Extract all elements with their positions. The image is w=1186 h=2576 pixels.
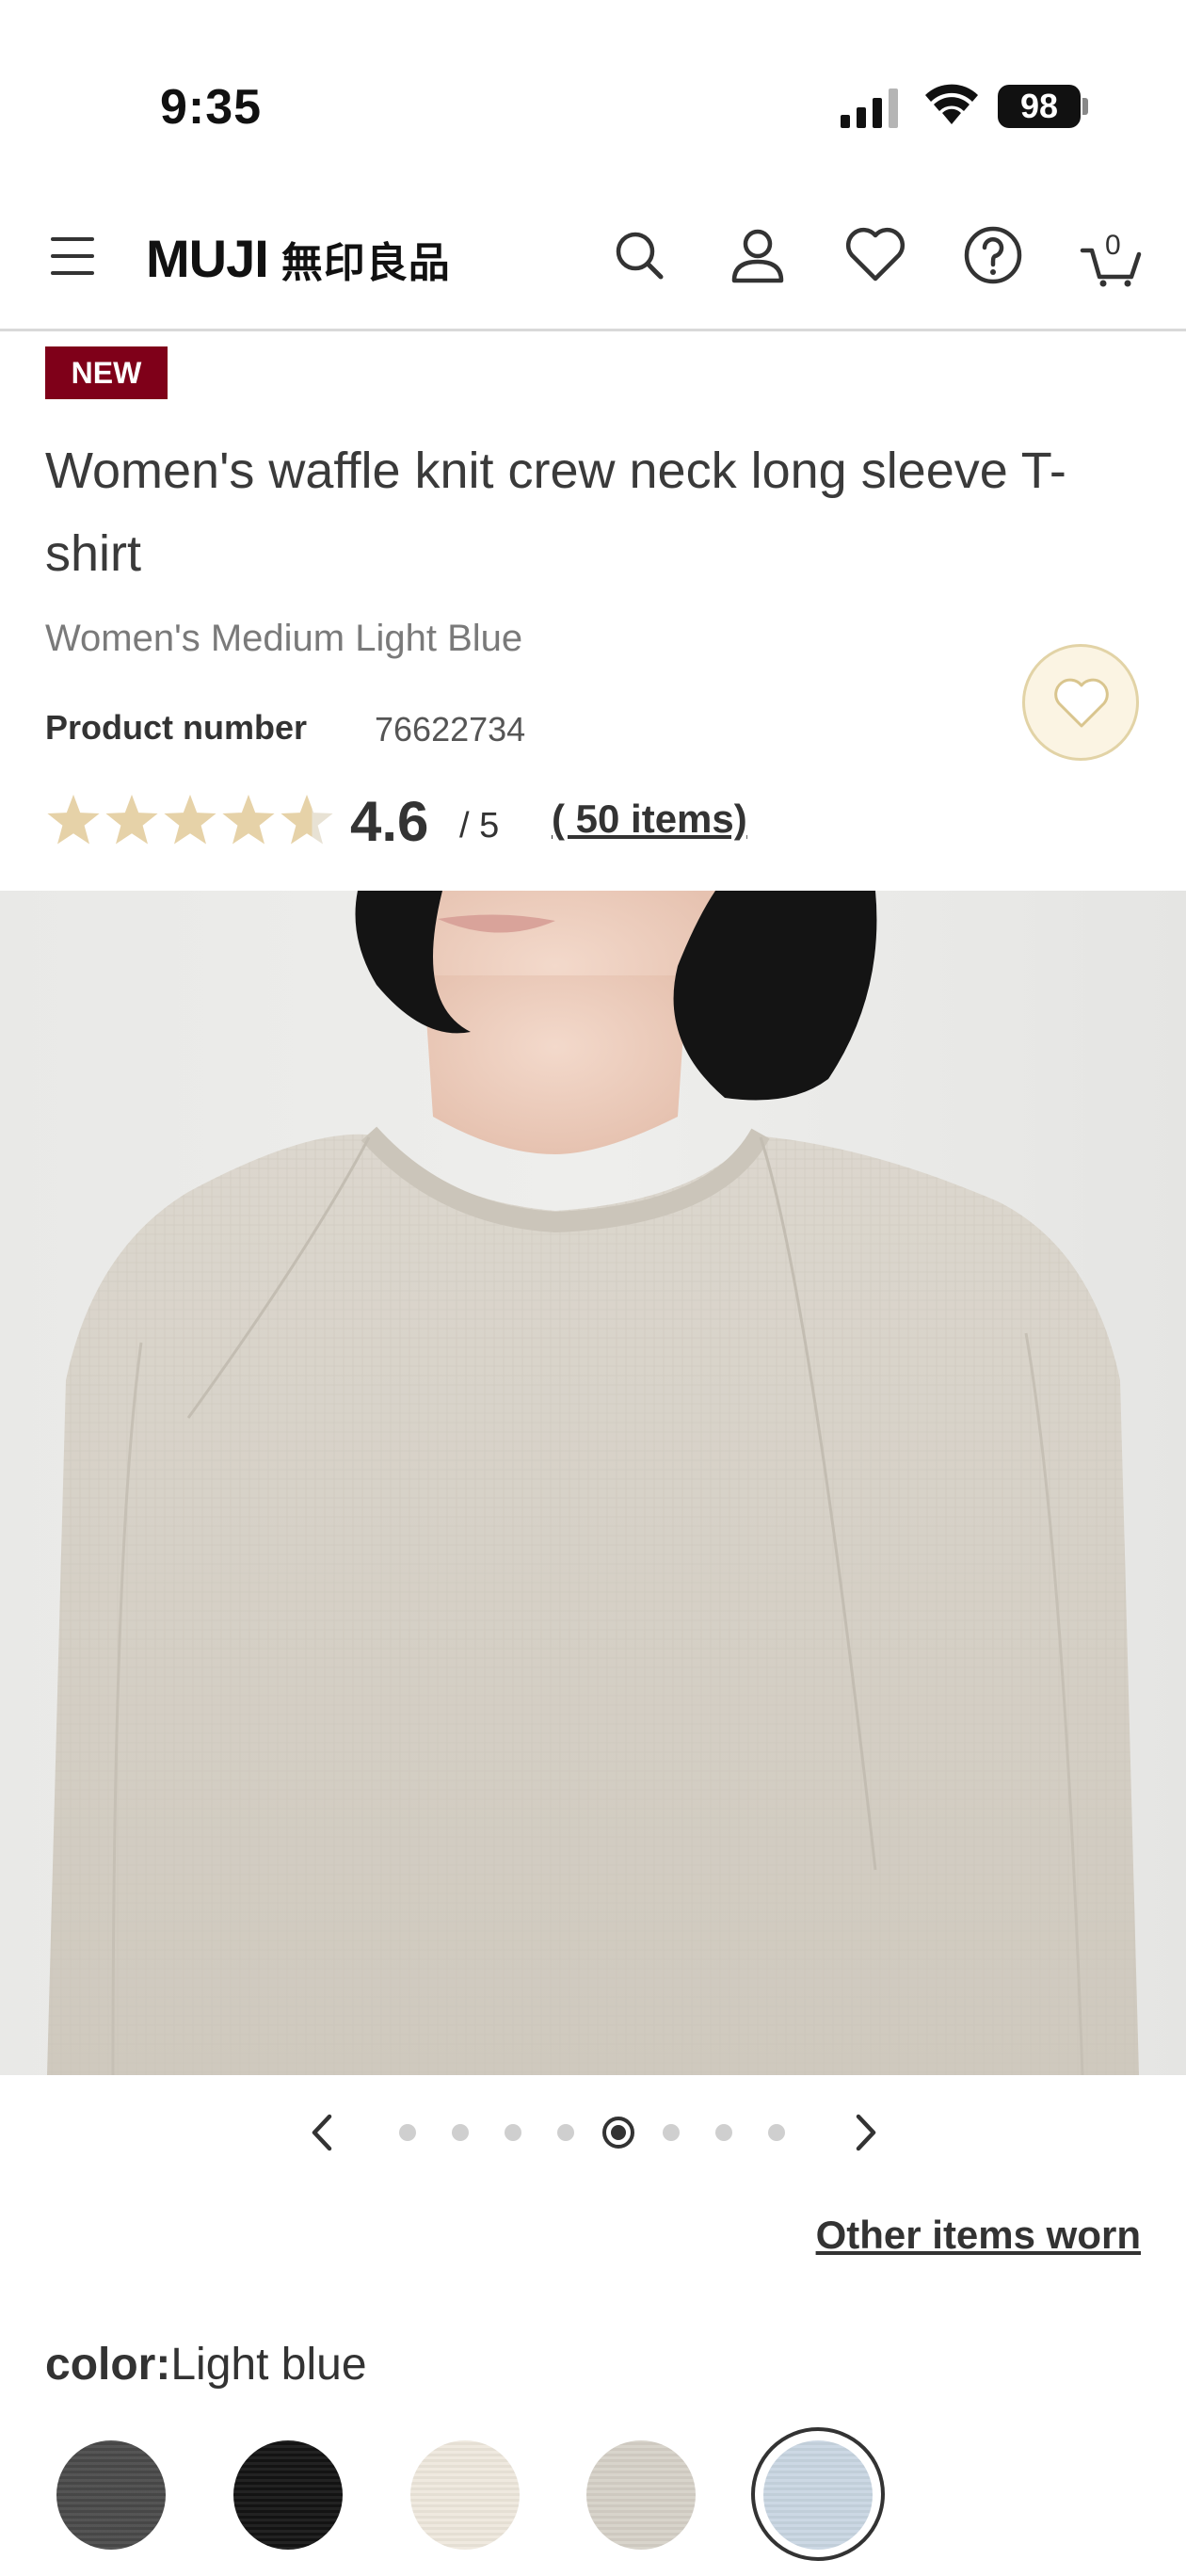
product-number-label: Product number (45, 708, 308, 747)
product-image[interactable] (0, 891, 1186, 2075)
new-badge: NEW (45, 346, 168, 399)
cart-icon[interactable]: 0 (1079, 222, 1145, 288)
color-label: color: (45, 2340, 171, 2390)
next-image-chevron-icon[interactable] (841, 2109, 889, 2156)
search-icon[interactable] (606, 222, 672, 288)
carousel-dot[interactable] (399, 2124, 416, 2141)
image-carousel-controls (0, 2100, 1186, 2165)
rating-star (47, 795, 100, 845)
carousel-dot[interactable] (557, 2124, 574, 2141)
menu-icon[interactable] (51, 235, 96, 277)
product-number: 76622734 (375, 710, 526, 749)
rating-star (164, 795, 216, 845)
carousel-dot[interactable] (768, 2124, 785, 2141)
wishlist-heart-icon[interactable] (842, 222, 908, 288)
heart-icon (1054, 678, 1109, 728)
site-header: MUJI 無印良品 0 (0, 188, 1186, 331)
selected-color: Light blue (170, 2340, 367, 2390)
muji-logo[interactable]: MUJI 無印良品 (146, 228, 451, 289)
cellular-signal-icon (841, 89, 898, 128)
color-swatch-off-white[interactable] (410, 2440, 520, 2550)
color-swatch-black[interactable] (233, 2440, 343, 2550)
carousel-dot[interactable] (715, 2124, 732, 2141)
color-swatch-oatmeal[interactable] (586, 2440, 696, 2550)
logo-kanji: 無印良品 (280, 240, 451, 286)
product-photo-illustration (47, 891, 1139, 2075)
rating-star (280, 795, 333, 845)
other-items-worn-link[interactable]: Other items worn (816, 2213, 1141, 2258)
product-title: Women's waffle knit crew neck long sleev… (45, 443, 1066, 582)
color-swatch-light-blue[interactable] (763, 2440, 873, 2550)
status-bar: 9:35 98 (0, 0, 1186, 188)
rating-value: 4.6 (350, 790, 429, 853)
help-icon[interactable] (960, 222, 1026, 288)
color-swatch-charcoal-gray[interactable] (56, 2440, 166, 2550)
carousel-dot[interactable] (602, 2117, 634, 2149)
battery-level: 98 (998, 85, 1081, 128)
rating-max: / 5 (459, 806, 500, 845)
carousel-dot[interactable] (505, 2124, 521, 2141)
account-icon[interactable] (725, 222, 791, 288)
status-time: 9:35 (160, 80, 263, 135)
rating-stars (47, 795, 333, 845)
review-count-link[interactable]: ( 50 items) (552, 797, 747, 842)
product-variant: Women's Medium Light Blue (45, 618, 523, 659)
battery-icon: 98 (998, 85, 1088, 128)
logo-latin: MUJI (146, 229, 269, 288)
carousel-dot[interactable] (663, 2124, 680, 2141)
previous-image-chevron-icon[interactable] (299, 2109, 346, 2156)
wifi-icon (925, 84, 978, 124)
color-selection: color:Light blue (45, 2339, 367, 2391)
rating-star (105, 795, 158, 845)
cart-count: 0 (1105, 230, 1121, 261)
add-to-favorites-button[interactable] (1022, 644, 1139, 761)
rating-star (222, 795, 275, 845)
carousel-dot[interactable] (452, 2124, 469, 2141)
